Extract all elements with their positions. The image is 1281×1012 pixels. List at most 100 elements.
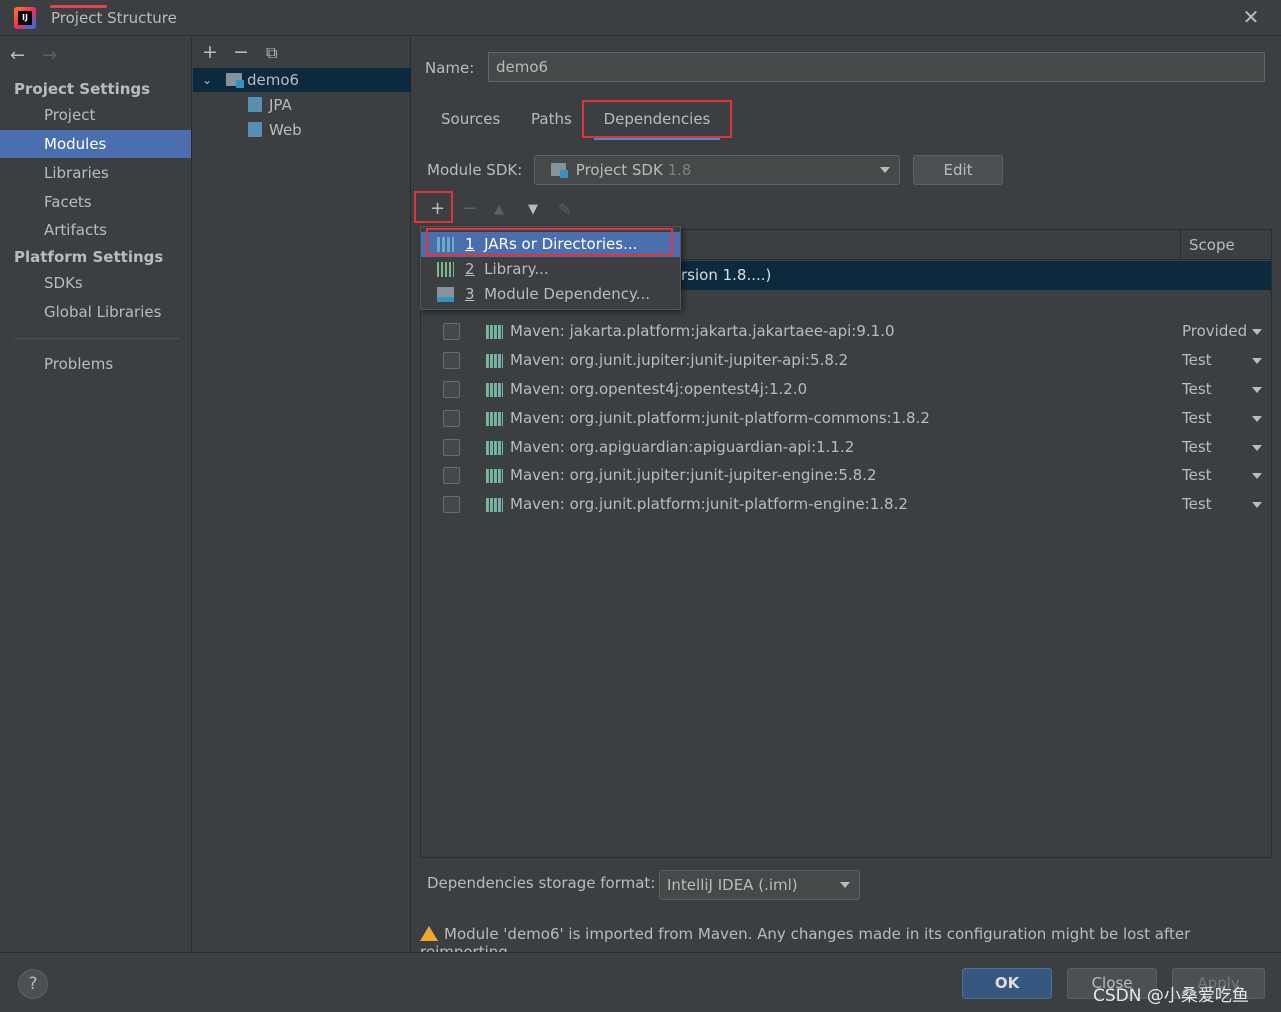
nav-item-project[interactable]: Project (0, 101, 191, 129)
move-up-icon[interactable]: ▲ (494, 202, 504, 217)
dependency-name: Maven: org.junit.jupiter:junit-jupiter-a… (510, 351, 849, 369)
copy-module-icon[interactable]: ⧉ (266, 43, 277, 63)
library-icon (437, 262, 454, 277)
close-icon[interactable]: ✕ (1240, 6, 1262, 28)
dependency-name: Maven: org.junit.platform:junit-platform… (510, 495, 908, 513)
chevron-down-icon (1252, 473, 1262, 479)
remove-module-icon[interactable]: − (233, 41, 249, 63)
sdk-value: Project SDK (575, 161, 663, 179)
tree-item-label: JPA (269, 96, 292, 114)
project-settings-heading: Project Settings (14, 80, 151, 98)
ok-button[interactable]: OK (962, 968, 1052, 999)
tree-item-web[interactable]: Web (193, 118, 411, 142)
module-settings-pane: Name: demo6 Sources Paths Dependencies M… (412, 37, 1281, 961)
title-bar: Project Structure ✕ (0, 0, 1281, 36)
move-down-icon[interactable]: ▼ (528, 202, 538, 217)
chevron-down-icon (1252, 329, 1262, 335)
storage-format-select[interactable]: IntelliJ IDEA (.iml) (659, 870, 860, 900)
popup-mnemonic: 3 (465, 285, 475, 303)
intellij-icon (14, 7, 36, 29)
table-row[interactable]: Maven: jakarta.platform:jakarta.jakartae… (421, 317, 1271, 346)
module-sdk-select[interactable]: Project SDK 1.8 (534, 155, 900, 185)
maven-library-icon (486, 412, 503, 426)
help-button[interactable]: ? (18, 969, 48, 999)
scope-value: Test (1182, 495, 1212, 513)
scope-select[interactable]: Test (1182, 433, 1262, 462)
table-row[interactable]: Maven: org.junit.platform:junit-platform… (421, 490, 1271, 519)
scope-value: Provided (1182, 322, 1248, 340)
scope-value: Test (1182, 466, 1212, 484)
dependency-name: Maven: org.junit.platform:junit-platform… (510, 409, 930, 427)
tree-item-jpa[interactable]: JPA (193, 93, 411, 117)
nav-item-facets[interactable]: Facets (0, 188, 191, 216)
scope-select[interactable]: Test (1182, 490, 1262, 519)
module-tree-pane: + − ⧉ ⌄ demo6 JPA Web (193, 37, 411, 952)
scope-value: Test (1182, 351, 1212, 369)
add-button-highlight (414, 191, 453, 223)
chevron-down-icon (840, 882, 850, 888)
platform-settings-heading: Platform Settings (14, 248, 164, 266)
dependency-name: Maven: jakarta.platform:jakarta.jakartae… (510, 322, 895, 340)
nav-item-modules[interactable]: Modules (0, 130, 191, 158)
module-name-input[interactable]: demo6 (488, 52, 1265, 82)
chevron-down-icon (880, 167, 890, 173)
popup-item-library[interactable]: 2 Library... (421, 257, 680, 282)
scope-value: Test (1182, 438, 1212, 456)
popup-label: Module Dependency... (484, 285, 650, 303)
nav-item-sdks[interactable]: SDKs (0, 269, 191, 297)
warning-icon (420, 926, 438, 941)
name-label: Name: (425, 59, 475, 77)
jpa-facet-icon (248, 97, 262, 112)
tab-paths[interactable]: Paths (531, 108, 572, 140)
table-row[interactable]: Maven: org.apiguardian:apiguardian-api:1… (421, 433, 1271, 462)
export-checkbox[interactable] (443, 323, 460, 340)
remove-dependency-icon[interactable]: − (462, 198, 477, 219)
tab-sources[interactable]: Sources (441, 108, 500, 140)
add-module-icon[interactable]: + (202, 41, 218, 63)
nav-item-libraries[interactable]: Libraries (0, 159, 191, 187)
scope-select[interactable]: Test (1182, 375, 1262, 404)
nav-separator (14, 338, 179, 339)
dependencies-table: Scope rsion 1.8....) Maven: jakarta.plat… (420, 229, 1272, 858)
scope-value: Test (1182, 380, 1212, 398)
table-row[interactable]: Maven: org.junit.jupiter:junit-jupiter-e… (421, 461, 1271, 490)
nav-item-problems[interactable]: Problems (0, 350, 191, 378)
nav-item-global-libraries[interactable]: Global Libraries (0, 298, 191, 326)
table-row[interactable]: Maven: org.junit.jupiter:junit-jupiter-a… (421, 346, 1271, 375)
popup-item-module-dependency[interactable]: 3 Module Dependency... (421, 282, 680, 307)
dependency-name: Maven: org.apiguardian:apiguardian-api:1… (510, 438, 855, 456)
maven-library-icon (486, 469, 503, 483)
table-row[interactable]: Maven: org.junit.platform:junit-platform… (421, 404, 1271, 433)
popup-label: Library... (484, 260, 549, 278)
title-accent-line (50, 5, 107, 8)
scope-select[interactable]: Test (1182, 461, 1262, 490)
chevron-down-icon[interactable]: ⌄ (202, 68, 212, 92)
scope-select[interactable]: Test (1182, 404, 1262, 433)
export-checkbox[interactable] (443, 439, 460, 456)
web-facet-icon (248, 122, 262, 137)
edit-dependency-icon[interactable]: ✎ (558, 200, 571, 219)
scope-select[interactable]: Provided (1182, 317, 1262, 346)
export-checkbox[interactable] (443, 410, 460, 427)
table-row[interactable]: Maven: org.opentest4j:opentest4j:1.2.0 T… (421, 375, 1271, 404)
sdk-version: 1.8 (667, 161, 692, 179)
nav-item-artifacts[interactable]: Artifacts (0, 216, 191, 244)
edit-sdk-button[interactable]: Edit (913, 155, 1003, 185)
jars-item-highlight (426, 228, 673, 256)
export-checkbox[interactable] (443, 496, 460, 513)
scope-select[interactable]: Test (1182, 346, 1262, 375)
module-folder-icon (437, 287, 454, 302)
export-checkbox[interactable] (443, 467, 460, 484)
forward-arrow-icon[interactable]: → (42, 45, 57, 66)
export-checkbox[interactable] (443, 352, 460, 369)
maven-library-icon (486, 325, 503, 339)
popup-mnemonic: 2 (465, 260, 475, 278)
scope-column-header[interactable]: Scope (1180, 230, 1271, 260)
maven-library-icon (486, 354, 503, 368)
back-arrow-icon[interactable]: ← (10, 45, 25, 66)
scope-value: Test (1182, 409, 1212, 427)
dependency-name: Maven: org.opentest4j:opentest4j:1.2.0 (510, 380, 808, 398)
tree-item-demo6[interactable]: ⌄ demo6 (193, 68, 411, 92)
export-checkbox[interactable] (443, 381, 460, 398)
dependency-name: Maven: org.junit.jupiter:junit-jupiter-e… (510, 466, 877, 484)
